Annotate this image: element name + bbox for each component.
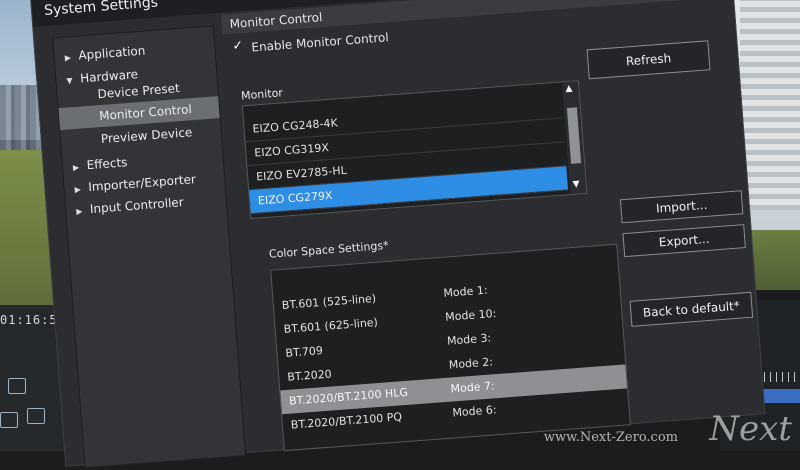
color-space-settings-label: Color Space Settings* (268, 238, 390, 261)
refresh-button[interactable]: Refresh (586, 40, 711, 80)
back-to-default-button[interactable]: Back to default* (629, 291, 754, 327)
expand-icon: ▶ (74, 184, 82, 195)
tree-item-hardware[interactable]: ▼ Hardware (66, 67, 138, 86)
tree-item-input-controller[interactable]: ▶ Input Controller (76, 195, 184, 217)
watermark-logo: Next (709, 409, 792, 449)
collapse-icon: ▼ (66, 76, 73, 86)
enable-monitor-control-label: Enable Monitor Control (250, 30, 390, 55)
monitor-list[interactable]: EIZO CG248-4K EIZO CG319X EIZO EV2785-HL… (241, 80, 588, 220)
tree-item-device-preset[interactable]: Device Preset (97, 81, 180, 101)
export-button[interactable]: Export... (622, 224, 746, 258)
system-settings-window: System Settings ▶ Application ▼ Hardware… (30, 0, 766, 469)
tree-item-application[interactable]: ▶ Application (64, 44, 145, 64)
list-tool-icon[interactable] (27, 408, 45, 424)
expand-icon: ▶ (75, 206, 83, 217)
expand-icon: ▶ (72, 162, 80, 173)
background-building (740, 0, 800, 210)
tree-item-importer-exporter[interactable]: ▶ Importer/Exporter (74, 172, 196, 195)
tree-item-preview-device[interactable]: Preview Device (100, 125, 192, 146)
clip-tool-icon[interactable] (8, 378, 26, 394)
tree-item-effects[interactable]: ▶ Effects (72, 155, 128, 173)
checkbox-checked-icon[interactable] (233, 43, 245, 55)
grid-tool-icon[interactable] (0, 412, 18, 428)
expand-icon: ▶ (64, 53, 72, 63)
scroll-up-icon[interactable]: ▲ (565, 84, 573, 94)
scroll-thumb[interactable] (566, 107, 582, 164)
monitor-label: Monitor (240, 86, 284, 103)
settings-tree: ▶ Application ▼ Hardware Device Preset M… (52, 25, 247, 469)
color-space-list[interactable]: BT.601 (525-line) Mode 1: BT.601 (625-li… (270, 243, 631, 452)
scroll-down-icon[interactable]: ▼ (572, 179, 580, 189)
window-title: System Settings (43, 0, 159, 19)
watermark-url: www.Next-Zero.com (543, 430, 678, 445)
import-button[interactable]: Import... (619, 190, 744, 224)
enable-monitor-control[interactable]: Enable Monitor Control (233, 30, 389, 56)
